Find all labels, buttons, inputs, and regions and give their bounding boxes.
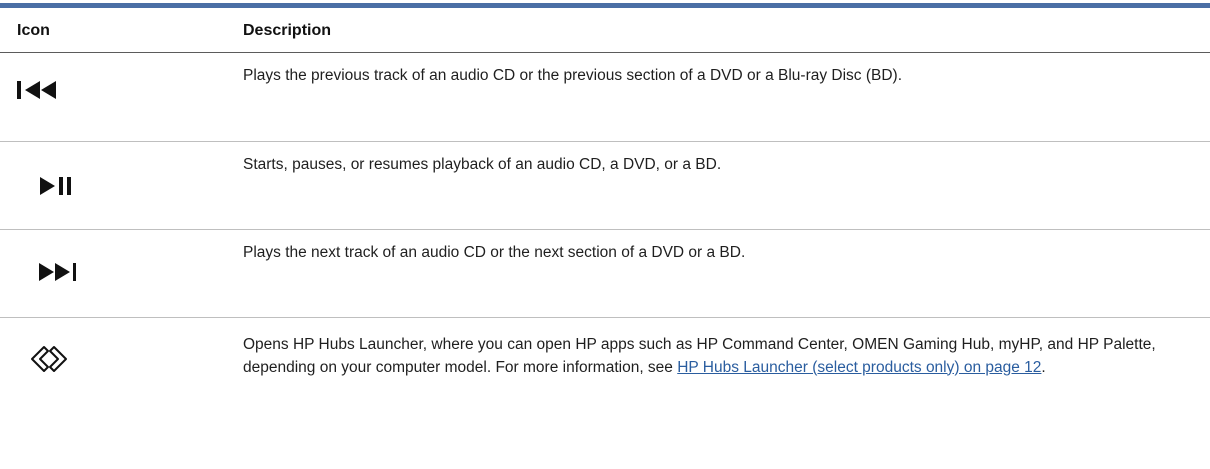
row-description: Plays the previous track of an audio CD … [243,67,903,84]
description-text-end: . [1041,358,1046,376]
next-track-icon [16,257,86,287]
play-pause-icon [16,171,86,201]
row-description: Starts, pauses, or resumes playback of a… [243,156,722,173]
table-row: Starts, pauses, or resumes playback of a… [0,142,1210,230]
header-description-column: Description [243,22,332,39]
hp-hubs-launcher-link[interactable]: HP Hubs Launcher (select products only) … [677,359,1041,376]
table-row: Plays the next track of an audio CD or t… [0,230,1210,318]
row-description: Opens HP Hubs Launcher, where you can op… [243,334,1193,379]
table-header-row: Icon Description [0,8,1210,53]
previous-track-icon [16,75,86,105]
table-row: Plays the previous track of an audio CD … [0,53,1210,142]
row-description: Plays the next track of an audio CD or t… [243,244,746,261]
header-icon-column: Icon [17,22,50,39]
table-row: Opens HP Hubs Launcher, where you can op… [0,318,1210,469]
hp-hubs-launcher-icon [16,344,86,374]
